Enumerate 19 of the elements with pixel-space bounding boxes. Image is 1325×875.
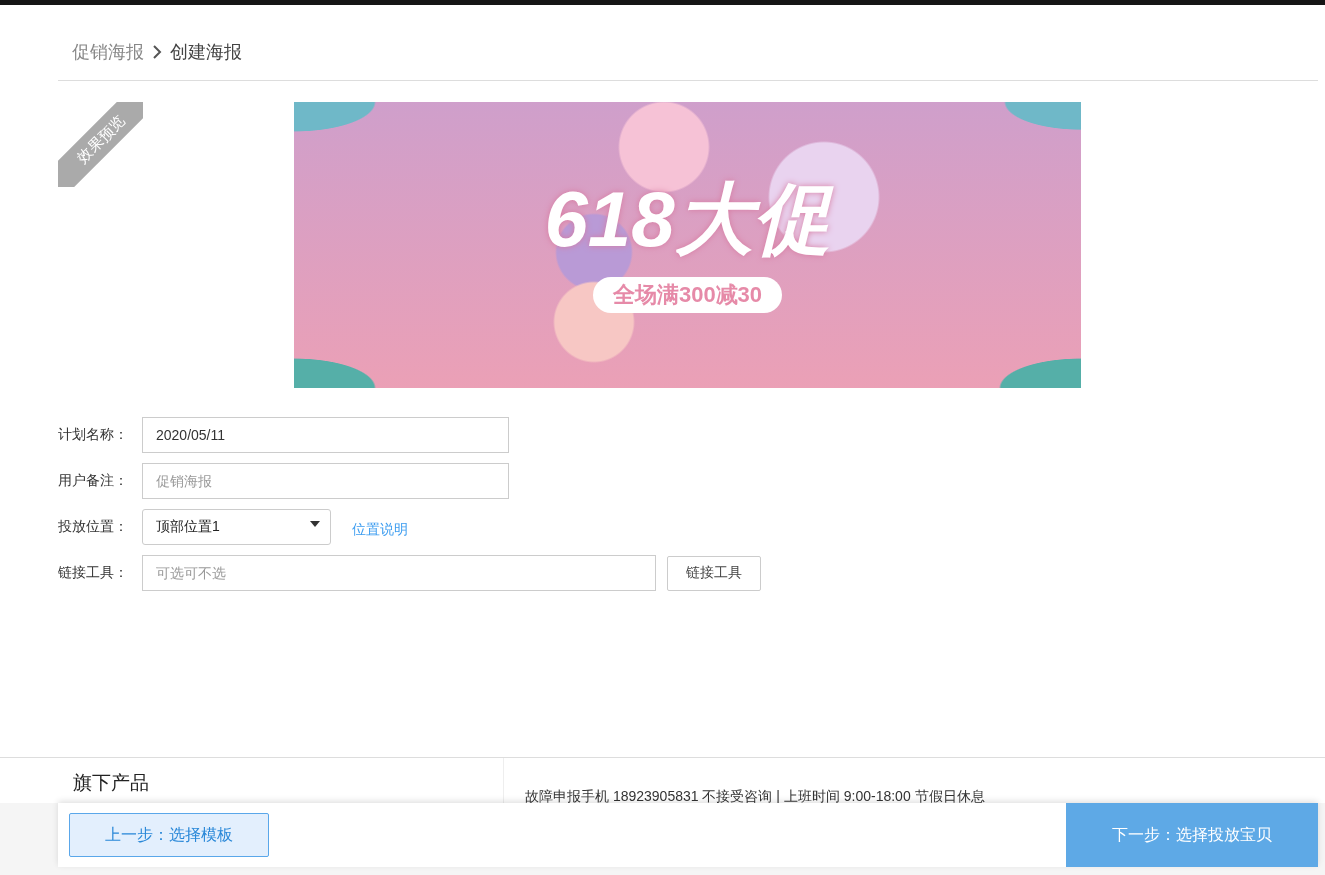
preview-ribbon: 效果预览 xyxy=(58,102,143,187)
field-label: 用户备注： xyxy=(58,472,129,490)
field-label: 计划名称： xyxy=(58,426,129,444)
poster-offer-pill: 全场满300减30 xyxy=(592,276,783,313)
input-field[interactable]: 促销海报 xyxy=(142,463,509,499)
breadcrumb-item: 创建海报 xyxy=(170,41,242,64)
chevron-right-icon xyxy=(152,45,162,59)
breadcrumb-item[interactable]: 促销海报 xyxy=(72,40,144,64)
position-help-link[interactable]: 位置说明 xyxy=(352,521,408,539)
next-step-button[interactable]: 下一步：选择投放宝贝 xyxy=(1066,803,1318,867)
previous-step-button[interactable]: 上一步：选择模板 xyxy=(69,813,269,857)
caret-down-icon xyxy=(310,521,320,527)
field-label: 投放位置： xyxy=(58,518,129,536)
footer-heading: 旗下产品 xyxy=(73,772,149,793)
field-label: 链接工具： xyxy=(58,564,129,582)
input-field[interactable]: 2020/05/11 xyxy=(142,417,509,453)
position-dropdown[interactable]: 顶部位置1 xyxy=(142,509,331,545)
input-field[interactable]: 可选可不选 xyxy=(142,555,656,591)
link-tool-button[interactable]: 链接工具 xyxy=(667,555,761,591)
